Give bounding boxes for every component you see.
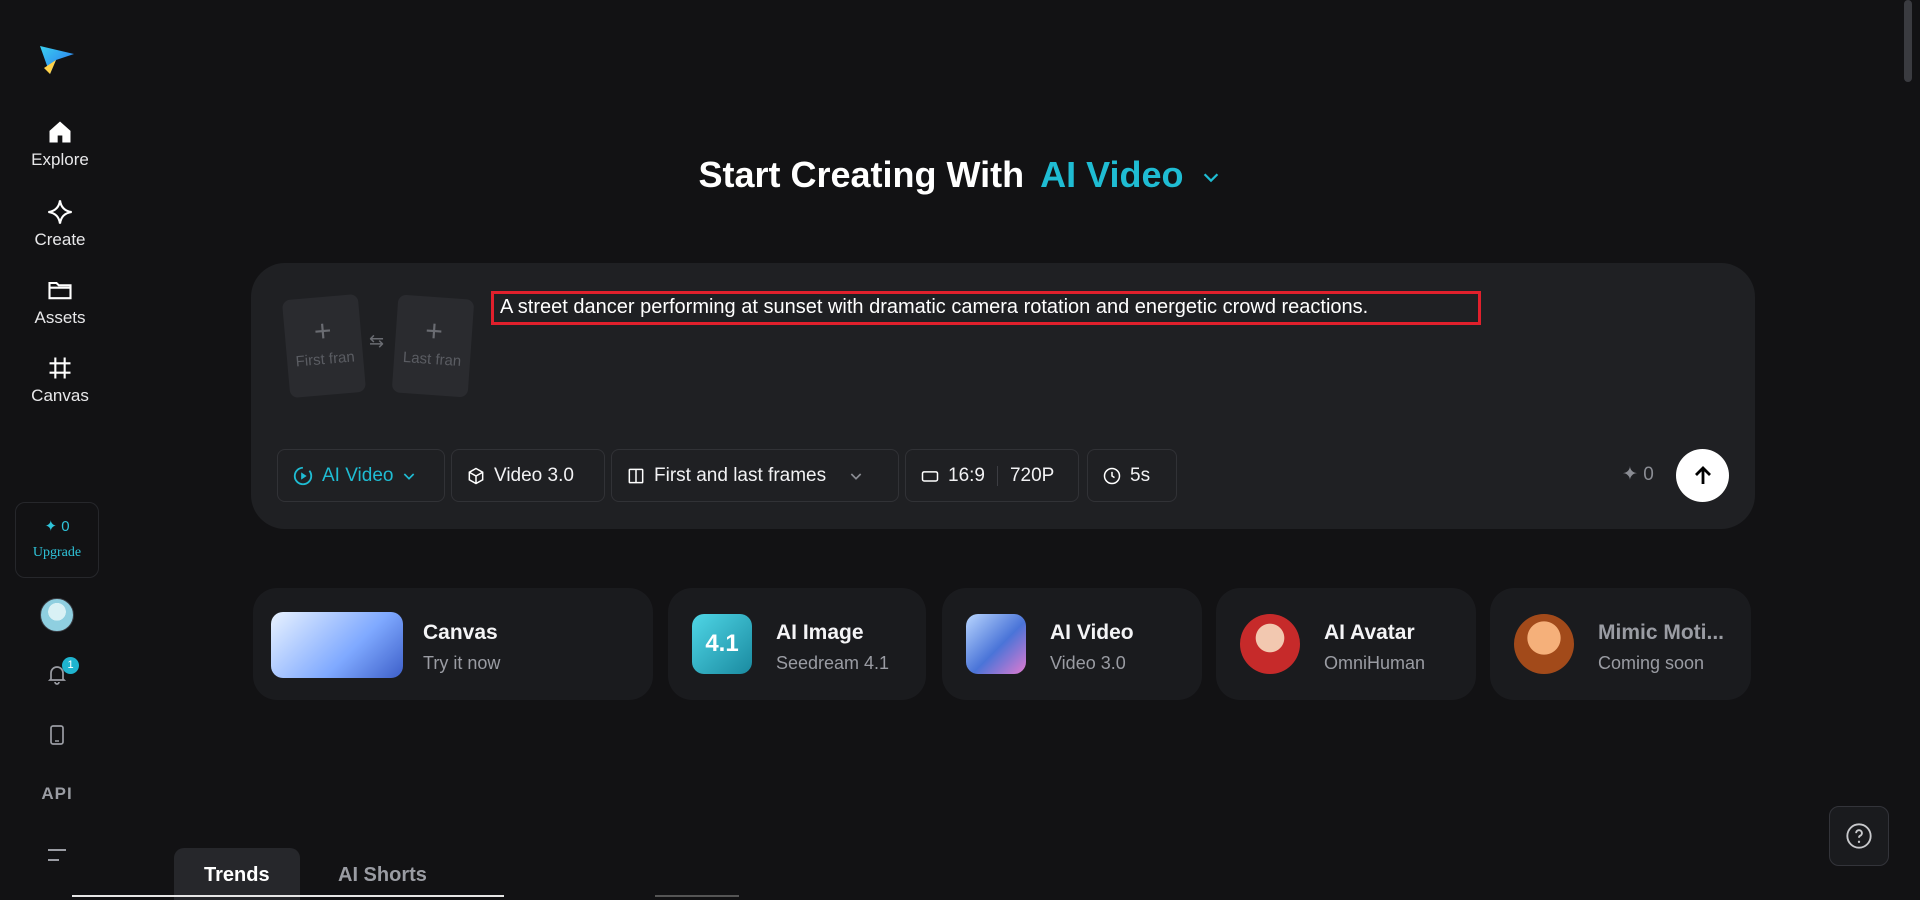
- sidebar-item-label: Create: [34, 230, 86, 249]
- upgrade-box[interactable]: ✦ 0 Upgrade: [15, 502, 99, 578]
- ai-avatar-card[interactable]: AI Avatar OmniHuman: [1216, 588, 1476, 700]
- ai-image-thumbnail: 4.1: [692, 614, 752, 674]
- page-title: Start Creating With AI Video: [0, 154, 1920, 196]
- card-subtitle: Seedream 4.1: [776, 653, 890, 673]
- chevron-down-icon[interactable]: [1200, 166, 1222, 188]
- ai-image-card[interactable]: 4.1 AI Image Seedream 4.1: [668, 588, 926, 700]
- scrollbar[interactable]: [1904, 0, 1912, 82]
- card-title: Mimic Moti...: [1598, 621, 1724, 644]
- mode-selector[interactable]: AI Video: [1040, 154, 1183, 195]
- clock-icon: [1103, 467, 1121, 484]
- app-logo[interactable]: [36, 38, 78, 80]
- card-subtitle: Coming soon: [1598, 653, 1705, 673]
- mimic-motion-thumbnail: [1514, 614, 1574, 674]
- crop-icon: [49, 357, 71, 379]
- chevron-down-icon: [404, 472, 415, 480]
- card-title: AI Image: [776, 621, 864, 644]
- ratio-label: 16:9: [948, 464, 985, 486]
- resolution-label: 720P: [1009, 464, 1055, 486]
- avatar[interactable]: [40, 598, 74, 632]
- ratio-resolution-selector[interactable]: 16:9 720P: [905, 449, 1079, 502]
- card-subtitle: Video 3.0: [1050, 653, 1126, 673]
- sidebar-item-create[interactable]: Create: [0, 198, 120, 250]
- plus-icon: +: [312, 314, 333, 349]
- notification-badge: 1: [62, 657, 79, 674]
- frames-icon: [628, 468, 644, 483]
- canvas-card[interactable]: Canvas Try it now: [253, 588, 653, 700]
- frames-label: First and last frames: [654, 464, 827, 486]
- credit-count: ✦ 0: [44, 518, 70, 535]
- card-title: Canvas: [423, 621, 498, 644]
- mode-dropdown[interactable]: AI Video: [277, 449, 445, 502]
- model-label: Video 3.0: [494, 464, 574, 486]
- cube-icon: [468, 467, 484, 484]
- upgrade-link[interactable]: Upgrade: [16, 545, 98, 561]
- duration-label: 5s: [1130, 464, 1151, 486]
- chevron-down-icon: [850, 472, 862, 480]
- last-frame-upload[interactable]: + Last fran: [391, 294, 475, 398]
- card-title: AI Video: [1050, 621, 1134, 644]
- menu-icon[interactable]: [40, 838, 74, 872]
- canvas-thumbnail: [271, 612, 403, 678]
- help-button[interactable]: [1829, 806, 1889, 866]
- credit-cost: ✦ 0: [1622, 464, 1654, 485]
- divider: [996, 465, 998, 486]
- title-prefix: Start Creating With: [698, 154, 1025, 195]
- sidebar-item-assets[interactable]: Assets: [0, 276, 120, 328]
- tab-ai-shorts[interactable]: AI Shorts: [308, 848, 457, 900]
- mimic-motion-card[interactable]: Mimic Moti... Coming soon: [1490, 588, 1751, 700]
- sidebar-item-canvas[interactable]: Canvas: [0, 354, 120, 406]
- card-subtitle: OmniHuman: [1324, 653, 1426, 673]
- aspect-ratio-icon: [921, 470, 939, 482]
- arrow-up-icon: [1694, 465, 1711, 484]
- ai-avatar-thumbnail: [1240, 614, 1300, 674]
- home-icon: [49, 121, 71, 143]
- sidebar-item-label: Assets: [34, 308, 86, 327]
- mobile-icon[interactable]: [40, 718, 74, 752]
- swap-icon[interactable]: ⇆: [369, 331, 384, 352]
- model-selector[interactable]: Video 3.0: [451, 449, 605, 502]
- sidebar-item-label: Canvas: [31, 386, 89, 405]
- ai-video-thumbnail: [966, 614, 1026, 674]
- duration-selector[interactable]: 5s: [1087, 449, 1177, 502]
- frames-dropdown[interactable]: First and last frames: [611, 449, 899, 502]
- folder-icon: [48, 281, 72, 300]
- ai-video-card[interactable]: AI Video Video 3.0: [942, 588, 1202, 700]
- last-frame-label: Last fran: [402, 348, 462, 370]
- card-subtitle: Try it now: [423, 653, 501, 673]
- tab-trends[interactable]: Trends: [174, 848, 300, 900]
- prompt-panel: + First fran ⇆ + Last fran A street danc…: [251, 263, 1755, 529]
- sidebar: Explore Create Assets Canvas ✦ 0 Upgrade…: [0, 0, 120, 897]
- send-button[interactable]: [1676, 449, 1729, 502]
- card-title: AI Avatar: [1324, 621, 1415, 644]
- help-icon: [1846, 823, 1872, 849]
- api-link[interactable]: API: [40, 784, 74, 804]
- first-frame-upload[interactable]: + First fran: [281, 293, 367, 399]
- mode-label: AI Video: [322, 464, 394, 486]
- plus-icon: +: [424, 314, 444, 349]
- prompt-input[interactable]: A street dancer performing at sunset wit…: [491, 291, 1481, 325]
- video-play-icon: [293, 466, 313, 485]
- sparkle-icon: [48, 200, 72, 224]
